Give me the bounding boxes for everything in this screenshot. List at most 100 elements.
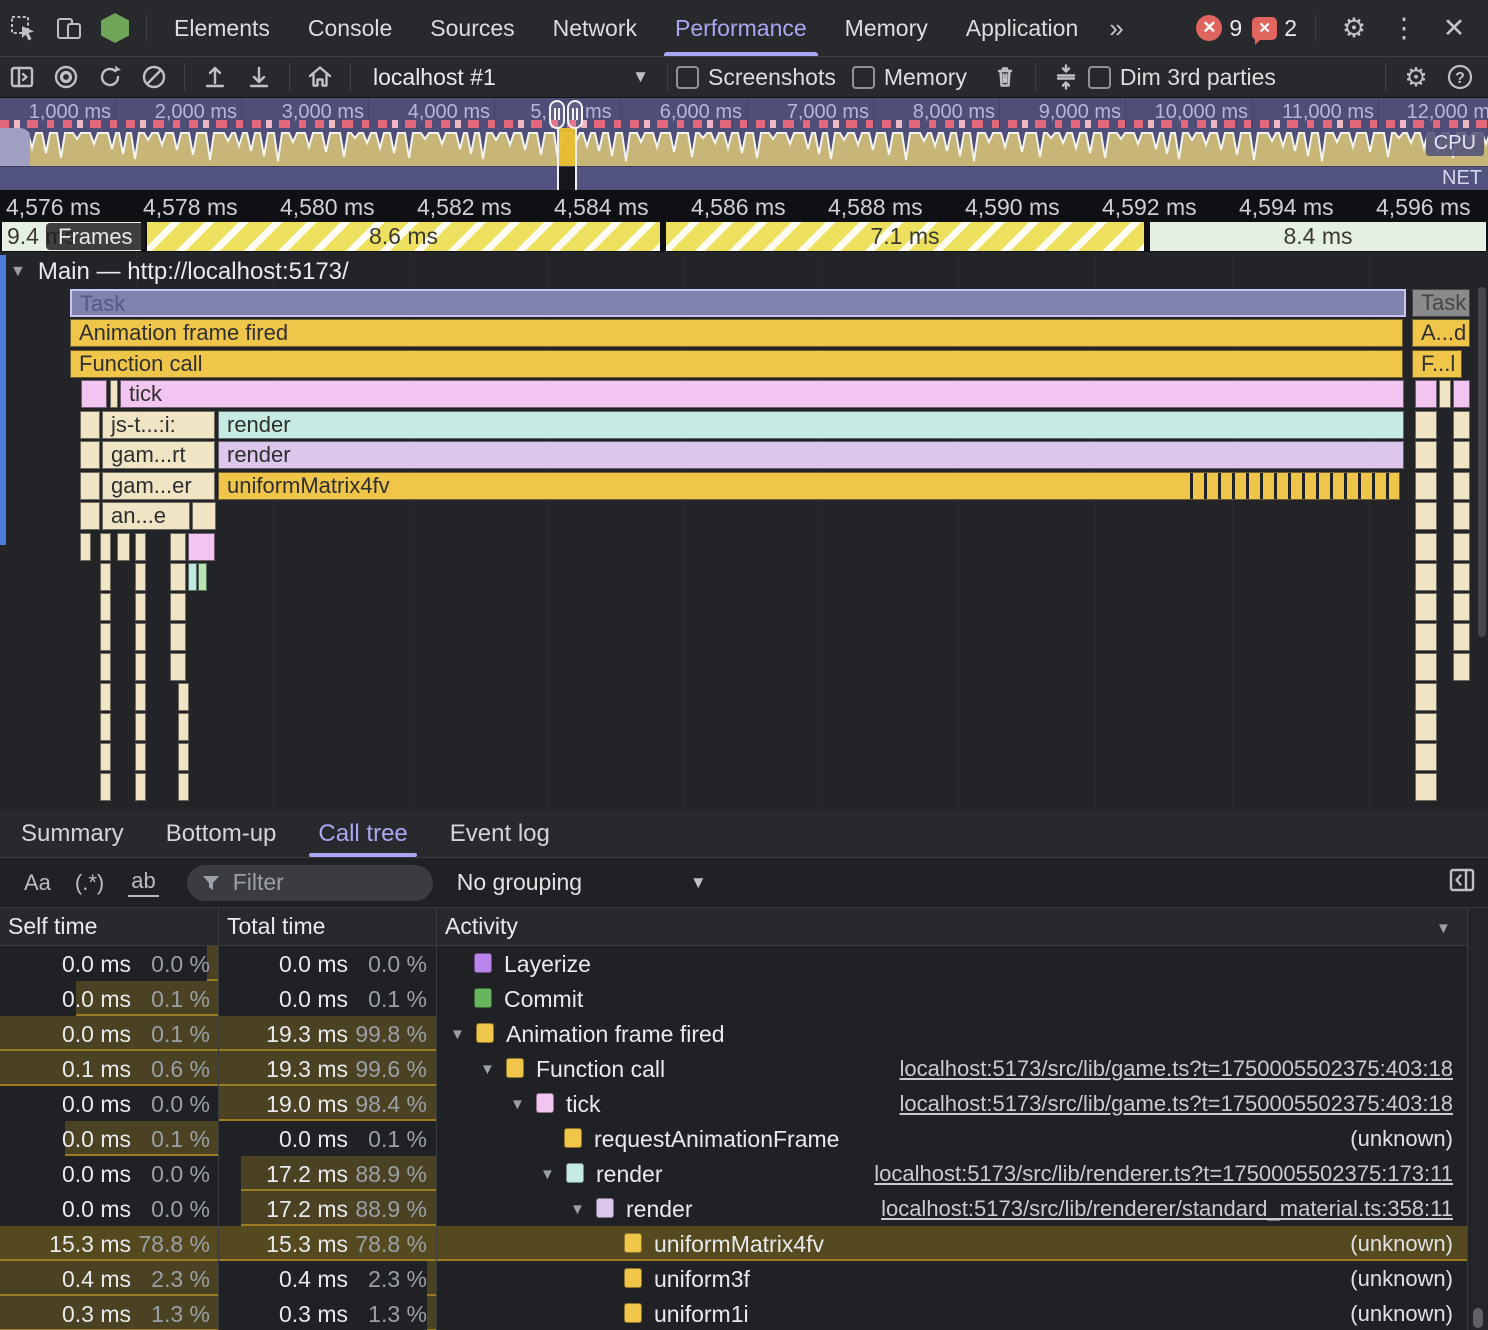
flame-event[interactable] bbox=[80, 502, 100, 530]
tab-sources[interactable]: Sources bbox=[411, 0, 533, 56]
flame-event-render[interactable]: render bbox=[218, 411, 1404, 439]
more-tabs-icon[interactable]: » bbox=[1097, 13, 1135, 44]
flame-event[interactable] bbox=[135, 593, 146, 621]
tab-application[interactable]: Application bbox=[947, 0, 1098, 56]
flame-event[interactable] bbox=[117, 533, 130, 561]
flame-event-task[interactable]: Task bbox=[1412, 289, 1470, 317]
flame-event[interactable] bbox=[110, 380, 118, 408]
flame-event[interactable] bbox=[170, 593, 186, 621]
table-row-animation-frame-fired[interactable]: 0.0 ms0.1 %19.3 ms99.8 %▼Animation frame… bbox=[0, 1016, 1488, 1051]
flame-event[interactable] bbox=[1415, 472, 1437, 500]
zoom-window-left-handle[interactable] bbox=[549, 100, 565, 129]
flame-event[interactable] bbox=[178, 743, 189, 771]
flame-event[interactable] bbox=[135, 533, 146, 561]
flame-event[interactable] bbox=[1453, 623, 1470, 651]
issues-badge[interactable]: ✕ 2 bbox=[1252, 15, 1297, 42]
flame-event[interactable] bbox=[170, 653, 186, 681]
reload-record-button[interactable] bbox=[88, 57, 132, 97]
timeline-overview[interactable]: 1,000 ms2,000 ms3,000 ms4,000 ms5,ms6,00… bbox=[0, 98, 1488, 190]
flame-event[interactable] bbox=[1453, 380, 1470, 408]
flame-event[interactable] bbox=[135, 713, 146, 741]
flame-event[interactable] bbox=[1415, 533, 1437, 561]
flame-event[interactable] bbox=[1415, 502, 1437, 530]
flame-event-function-call[interactable]: Function call bbox=[70, 350, 1403, 378]
flame-event[interactable] bbox=[80, 533, 91, 561]
flame-event[interactable] bbox=[198, 563, 207, 591]
flame-event-tick[interactable]: tick bbox=[120, 380, 1404, 408]
source-link[interactable]: localhost:5173/src/lib/game.ts?t=1750005… bbox=[900, 1091, 1453, 1117]
flame-event[interactable] bbox=[1415, 653, 1437, 681]
flame-event-task[interactable]: Task bbox=[70, 289, 1406, 317]
flame-event[interactable] bbox=[100, 773, 111, 801]
table-scrollbar-thumb[interactable] bbox=[1473, 1308, 1483, 1328]
flame-event[interactable] bbox=[1415, 773, 1437, 801]
memory-checkbox[interactable] bbox=[852, 66, 875, 89]
flame-event[interactable] bbox=[100, 623, 111, 651]
flame-event[interactable] bbox=[1453, 593, 1470, 621]
table-row-uniform3f[interactable]: 0.4 ms2.3 %0.4 ms2.3 %uniform3f(unknown) bbox=[0, 1261, 1488, 1296]
flame-event[interactable] bbox=[80, 411, 100, 439]
table-row-requestanimationframe[interactable]: 0.0 ms0.1 %0.0 ms0.1 %requestAnimationFr… bbox=[0, 1121, 1488, 1156]
frames-track-badge[interactable]: Frames bbox=[46, 223, 145, 250]
collapse-tracks-icon[interactable] bbox=[1044, 57, 1088, 97]
dim-3rd-parties-checkbox[interactable] bbox=[1088, 66, 1111, 89]
expand-arrow-icon[interactable]: ▼ bbox=[450, 1026, 465, 1043]
zoom-window-right-handle[interactable] bbox=[567, 100, 583, 129]
table-row-commit[interactable]: 0.0 ms0.1 %0.0 ms0.1 %Commit bbox=[0, 981, 1488, 1016]
flame-event[interactable] bbox=[80, 472, 100, 500]
flame-event[interactable] bbox=[178, 683, 189, 711]
frame-8.6ms[interactable]: 8.6 ms bbox=[145, 222, 662, 251]
flame-event-render[interactable]: render bbox=[218, 441, 1404, 469]
tab-summary[interactable]: Summary bbox=[0, 810, 145, 857]
column-activity[interactable]: Activity bbox=[445, 913, 518, 940]
tab-call-tree[interactable]: Call tree bbox=[297, 810, 428, 857]
flame-event[interactable] bbox=[100, 683, 111, 711]
close-icon[interactable]: ✕ bbox=[1434, 13, 1474, 44]
regex-toggle[interactable]: (.*) bbox=[75, 870, 104, 896]
filter-field[interactable] bbox=[187, 865, 433, 901]
flame-event-f-l[interactable]: F...l bbox=[1412, 350, 1462, 378]
device-toolbar-icon[interactable] bbox=[46, 0, 92, 56]
table-row-function-call[interactable]: 0.1 ms0.6 %19.3 ms99.6 %▼Function calllo… bbox=[0, 1051, 1488, 1086]
garbage-collect-icon[interactable] bbox=[983, 57, 1027, 97]
flame-scrollbar-thumb[interactable] bbox=[1478, 287, 1486, 637]
flame-event-an-e[interactable]: an...e bbox=[102, 502, 190, 530]
flame-event[interactable] bbox=[1415, 683, 1437, 711]
inspect-element-icon[interactable] bbox=[0, 0, 46, 56]
table-row-uniform1i[interactable]: 0.3 ms1.3 %0.3 ms1.3 %uniform1i(unknown) bbox=[0, 1296, 1488, 1330]
flame-event[interactable] bbox=[135, 653, 146, 681]
table-scrollbar-track[interactable] bbox=[1468, 908, 1488, 1330]
flame-event[interactable] bbox=[192, 502, 216, 530]
main-flame-chart[interactable]: ▼ Main — http://localhost:5173/ TaskTask… bbox=[0, 252, 1488, 810]
tab-network[interactable]: Network bbox=[534, 0, 656, 56]
screenshots-checkbox[interactable] bbox=[676, 66, 699, 89]
expand-arrow-icon[interactable]: ▼ bbox=[570, 1201, 585, 1218]
flame-event[interactable] bbox=[170, 623, 186, 651]
flame-event[interactable] bbox=[81, 380, 107, 408]
match-case-toggle[interactable]: Aa bbox=[24, 870, 51, 896]
flame-event[interactable] bbox=[1415, 743, 1437, 771]
flame-event[interactable] bbox=[1453, 472, 1470, 500]
flame-event[interactable] bbox=[1453, 653, 1470, 681]
source-link[interactable]: localhost:5173/src/lib/renderer/standard… bbox=[881, 1196, 1453, 1222]
flame-event[interactable] bbox=[100, 563, 111, 591]
column-total-time[interactable]: Total time bbox=[227, 913, 325, 940]
table-row-uniformmatrix4fv[interactable]: 15.3 ms78.8 %15.3 ms78.8 %uniformMatrix4… bbox=[0, 1226, 1488, 1261]
settings-gear-icon[interactable]: ⚙ bbox=[1334, 13, 1374, 44]
capture-settings-gear-icon[interactable]: ⚙ bbox=[1394, 57, 1438, 97]
target-select[interactable]: localhost #1 ▼ bbox=[359, 64, 659, 91]
expand-arrow-icon[interactable]: ▼ bbox=[510, 1096, 525, 1113]
memory-checkbox-group[interactable]: Memory bbox=[852, 64, 983, 91]
flame-event[interactable] bbox=[178, 773, 189, 801]
node-icon[interactable] bbox=[92, 0, 138, 56]
flame-event[interactable] bbox=[135, 683, 146, 711]
kebab-menu-icon[interactable]: ⋮ bbox=[1384, 13, 1424, 44]
flame-event[interactable] bbox=[100, 653, 111, 681]
console-errors-badge[interactable]: ✕ 9 bbox=[1196, 15, 1242, 42]
flame-event[interactable] bbox=[135, 623, 146, 651]
record-button[interactable] bbox=[44, 57, 88, 97]
flame-event[interactable] bbox=[1415, 623, 1437, 651]
flame-event-gam-rt[interactable]: gam...rt bbox=[102, 441, 215, 469]
column-self-time[interactable]: Self time bbox=[8, 913, 97, 940]
flame-event[interactable] bbox=[1453, 563, 1470, 591]
